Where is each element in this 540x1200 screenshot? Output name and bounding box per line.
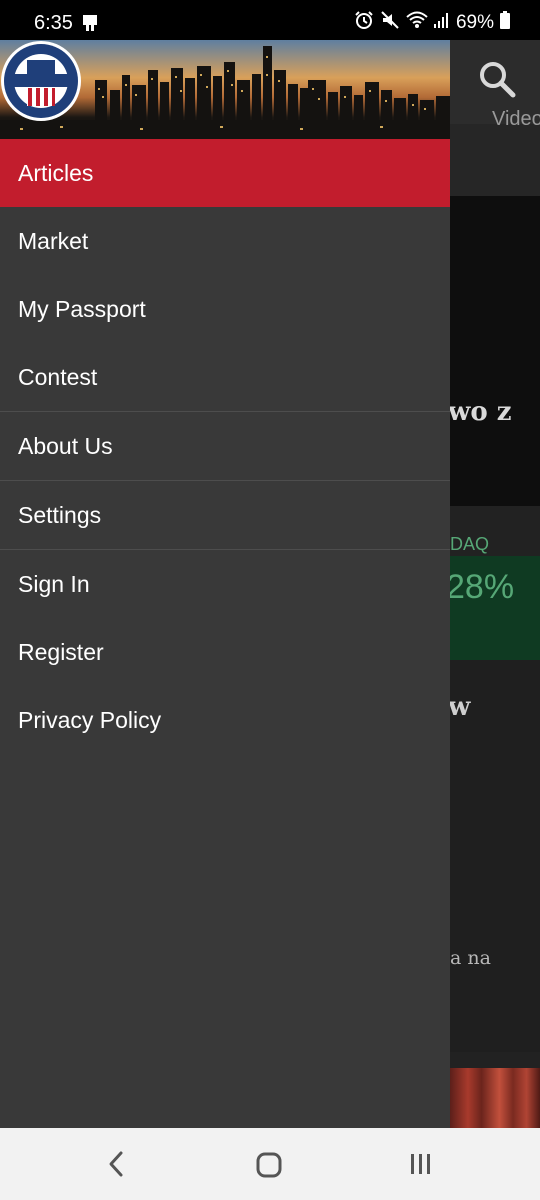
menu-item-market[interactable]: Market: [0, 207, 450, 275]
background-tab-bar: [450, 124, 540, 196]
menu-item-about-us[interactable]: About Us: [0, 412, 450, 480]
menu-item-sign-in[interactable]: Sign In: [0, 550, 450, 618]
navigation-drawer: Articles Market My Passport Contest Abou…: [0, 40, 450, 1128]
alarm-icon: [354, 10, 374, 35]
background-card-text-fragment: a na: [450, 947, 491, 969]
background-headline-fragment: wo z: [448, 397, 512, 427]
background-card-title-fragment: w: [448, 692, 471, 722]
wifi-icon: [406, 10, 428, 35]
background-article-image: [450, 1068, 540, 1128]
menu-item-settings[interactable]: Settings: [0, 481, 450, 549]
menu-item-contest[interactable]: Contest: [0, 343, 450, 411]
status-bar: 6:35 69%: [0, 0, 540, 40]
status-time: 6:35: [34, 12, 73, 34]
recents-icon[interactable]: [408, 1152, 432, 1181]
background-ticker-change: 28%: [446, 568, 515, 606]
status-icons: 69%: [354, 10, 510, 35]
drawer-menu: Articles Market My Passport Contest Abou…: [0, 139, 450, 754]
home-icon[interactable]: [256, 1152, 282, 1183]
background-tab-label: Video: [492, 108, 540, 130]
notification-app-icon: [82, 14, 98, 37]
menu-item-privacy-policy[interactable]: Privacy Policy: [0, 686, 450, 754]
menu-item-articles[interactable]: Articles: [0, 139, 450, 207]
menu-item-my-passport[interactable]: My Passport: [0, 275, 450, 343]
drawer-header: [0, 40, 450, 139]
system-navigation-bar: [0, 1128, 540, 1200]
back-icon[interactable]: [104, 1150, 128, 1183]
battery-icon: [500, 11, 510, 34]
signal-icon: [433, 11, 450, 34]
search-icon: [478, 60, 516, 103]
menu-item-register[interactable]: Register: [0, 618, 450, 686]
mute-icon: [380, 10, 400, 35]
app-logo: [1, 41, 81, 121]
background-ticker-name: DAQ: [450, 534, 490, 554]
battery-percentage: 69%: [455, 11, 494, 33]
background-featured-article: [450, 196, 540, 506]
